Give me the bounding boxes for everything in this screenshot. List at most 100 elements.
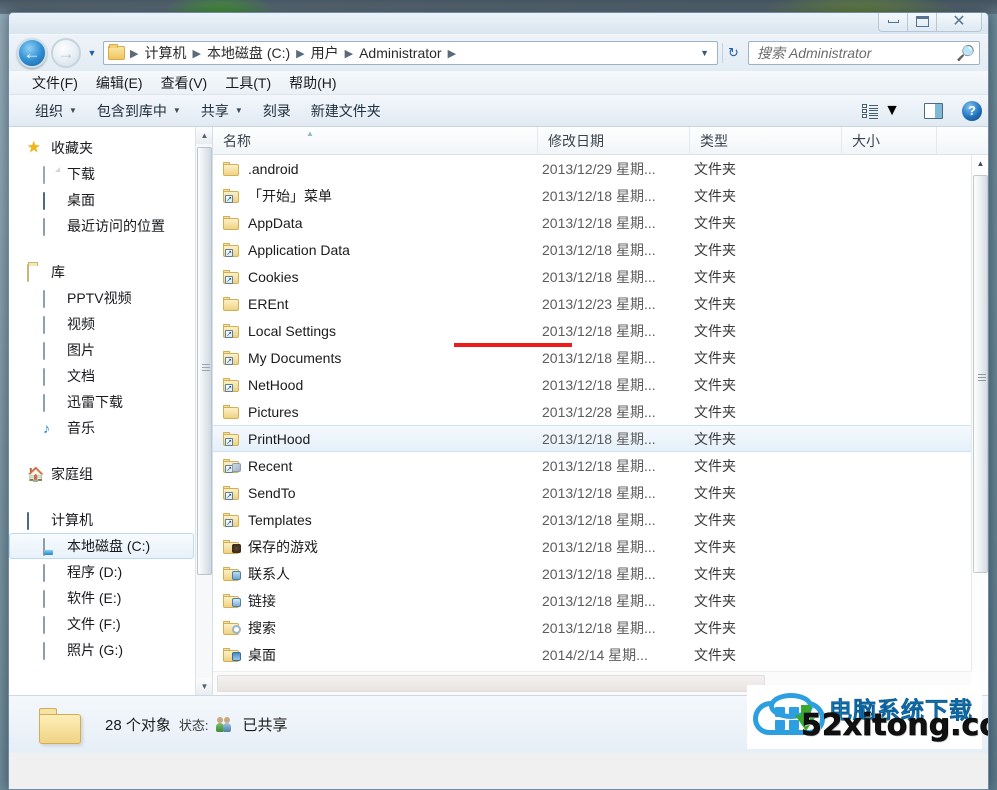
file-type: 文件夹 xyxy=(694,403,736,420)
table-row[interactable]: 桌面 2014/2/14 星期... 文件夹 xyxy=(213,641,971,668)
back-button[interactable]: ← xyxy=(17,38,47,68)
file-date: 2013/12/18 星期... xyxy=(542,484,656,501)
table-row[interactable]: Pictures 2013/12/28 星期... 文件夹 xyxy=(213,398,971,425)
sidebar-item-computer[interactable]: 计算机 xyxy=(9,507,212,533)
file-type: 文件夹 xyxy=(694,619,736,636)
file-type: 文件夹 xyxy=(694,187,736,204)
sidebar-item-pictures[interactable]: 图片 xyxy=(9,337,212,363)
table-row[interactable]: ↗ Local Settings 2013/12/18 星期... 文件夹 xyxy=(213,317,971,344)
table-row[interactable]: ↗ 「开始」菜单 2013/12/18 星期... 文件夹 xyxy=(213,182,971,209)
column-header-type[interactable]: 类型 xyxy=(690,127,842,155)
table-row[interactable]: ↗ Cookies 2013/12/18 星期... 文件夹 xyxy=(213,263,971,290)
sidebar-item-downloads[interactable]: 下载 xyxy=(9,161,212,187)
menu-edit[interactable]: 编辑(E) xyxy=(87,71,152,95)
table-row[interactable]: .android 2013/12/29 星期... 文件夹 xyxy=(213,155,971,182)
maximize-button[interactable] xyxy=(907,13,936,32)
forward-button[interactable]: → xyxy=(51,38,81,68)
table-row[interactable]: ↗ SendTo 2013/12/18 星期... 文件夹 xyxy=(213,479,971,506)
sidebar-item-videos[interactable]: 视频 xyxy=(9,311,212,337)
navpane-scroll-thumb[interactable] xyxy=(197,147,212,575)
table-row[interactable]: ↗ NetHood 2013/12/18 星期... 文件夹 xyxy=(213,371,971,398)
new-folder-button[interactable]: 新建文件夹 xyxy=(301,97,391,125)
menu-file[interactable]: 文件(F) xyxy=(23,71,87,95)
sidebar-item-favorites[interactable]: ★ 收藏夹 xyxy=(9,135,212,161)
file-name: EREnt xyxy=(248,295,289,312)
close-button[interactable]: ✕ xyxy=(936,13,982,32)
table-row[interactable]: ↗ Templates 2013/12/18 星期... 文件夹 xyxy=(213,506,971,533)
menu-view[interactable]: 查看(V) xyxy=(152,71,217,95)
breadcrumb-item-users[interactable]: 用户 xyxy=(308,41,342,65)
minimize-button[interactable] xyxy=(878,13,907,32)
breadcrumb-item-administrator[interactable]: Administrator xyxy=(356,43,444,63)
sidebar-item-homegroup[interactable]: 🏠 家庭组 xyxy=(9,461,212,487)
column-header-name[interactable]: 名称 xyxy=(213,127,538,155)
scroll-down-icon[interactable]: ▼ xyxy=(196,678,212,695)
file-date: 2013/12/28 星期... xyxy=(542,403,656,420)
sidebar-item-desktop[interactable]: 桌面 xyxy=(9,187,212,213)
table-row[interactable]: 链接 2013/12/18 星期... 文件夹 xyxy=(213,587,971,614)
sidebar-item-pptv-video[interactable]: PPTV视频 xyxy=(9,285,212,311)
table-row[interactable]: 保存的游戏 2013/12/18 星期... 文件夹 xyxy=(213,533,971,560)
sidebar-item-drive-g[interactable]: 照片 (G:) xyxy=(9,637,212,663)
scroll-grip-icon xyxy=(202,362,210,373)
breadcrumb-item-computer[interactable]: 计算机 xyxy=(141,41,189,65)
file-list-scrollbar[interactable]: ▲ xyxy=(971,155,988,671)
scroll-up-icon[interactable]: ▲ xyxy=(972,155,988,172)
sidebar-item-label: 收藏夹 xyxy=(51,140,93,156)
column-header-size[interactable]: 大小 xyxy=(842,127,937,155)
library-item-icon xyxy=(43,289,45,308)
include-in-library-button[interactable]: 包含到库中 ▼ xyxy=(87,97,191,125)
table-row[interactable]: ↗ Application Data 2013/12/18 星期... 文件夹 xyxy=(213,236,971,263)
file-name: 搜索 xyxy=(248,619,276,636)
file-list-scroll-thumb[interactable] xyxy=(973,175,988,573)
table-row[interactable]: ↗ PrintHood 2013/12/18 星期... 文件夹 xyxy=(213,425,971,452)
refresh-button[interactable]: ↻ xyxy=(722,43,744,63)
sidebar-item-label: PPTV视频 xyxy=(67,290,132,306)
table-row[interactable]: EREnt 2013/12/23 星期... 文件夹 xyxy=(213,290,971,317)
downloads-icon xyxy=(43,165,45,184)
sidebar-item-recent-places[interactable]: 最近访问的位置 xyxy=(9,213,212,239)
file-name-cell: 链接 xyxy=(213,591,538,611)
sidebar-item-libraries[interactable]: 库 xyxy=(9,259,212,285)
sidebar-item-documents[interactable]: 文档 xyxy=(9,363,212,389)
column-header-date[interactable]: 修改日期 xyxy=(538,127,690,155)
breadcrumb-item-local-disk[interactable]: 本地磁盘 (C:) xyxy=(204,41,293,65)
share-button[interactable]: 共享 ▼ xyxy=(191,97,253,125)
sidebar-item-drive-d[interactable]: 程序 (D:) xyxy=(9,559,212,585)
chevron-down-icon[interactable]: ▼ xyxy=(694,48,715,58)
file-list-hscroll-thumb[interactable] xyxy=(217,675,765,692)
breadcrumb-bar[interactable]: ▶ 计算机 ▶ 本地磁盘 (C:) ▶ 用户 ▶ Administrator ▶… xyxy=(103,41,718,65)
sidebar-item-drive-f[interactable]: 文件 (F:) xyxy=(9,611,212,637)
organize-button[interactable]: 组织 ▼ xyxy=(25,97,87,125)
preview-pane-button[interactable] xyxy=(919,100,948,122)
table-row[interactable]: AppData 2013/12/18 星期... 文件夹 xyxy=(213,209,971,236)
navpane-scrollbar[interactable]: ▲ ▼ xyxy=(195,127,212,695)
library-item-icon xyxy=(43,341,45,360)
menu-tools[interactable]: 工具(T) xyxy=(216,71,280,95)
table-row[interactable]: 联系人 2013/12/18 星期... 文件夹 xyxy=(213,560,971,587)
file-name-cell: ↗ My Documents xyxy=(213,350,538,366)
sidebar-item-label: 视频 xyxy=(67,316,95,332)
burn-button[interactable]: 刻录 xyxy=(253,97,301,125)
search-input[interactable] xyxy=(757,45,957,61)
table-row[interactable]: 搜索 2013/12/18 星期... 文件夹 xyxy=(213,614,971,641)
shared-users-icon xyxy=(216,717,234,732)
table-row[interactable]: ↗ My Documents 2013/12/18 星期... 文件夹 xyxy=(213,344,971,371)
help-button[interactable]: ? xyxy=(962,100,982,121)
menu-help[interactable]: 帮助(H) xyxy=(280,71,345,95)
sidebar-item-drive-e[interactable]: 软件 (E:) xyxy=(9,585,212,611)
sidebar-item-local-disk-c[interactable]: 本地磁盘 (C:) xyxy=(9,533,194,559)
chevron-down-icon: ▼ xyxy=(172,106,181,115)
watermark-text: 电脑系统下载 52xitong.com xyxy=(801,691,988,744)
table-row[interactable]: ↗ Recent 2013/12/18 星期... 文件夹 xyxy=(213,452,971,479)
sidebar-item-thunder-downloads[interactable]: 迅雷下载 xyxy=(9,389,212,415)
sidebar-item-music[interactable]: ♪ 音乐 xyxy=(9,415,212,441)
history-dropdown-button[interactable]: ▼ xyxy=(85,48,99,58)
breadcrumb: 计算机 ▶ 本地磁盘 (C:) ▶ 用户 ▶ Administrator ▶ xyxy=(141,41,694,65)
sidebar-item-label: 文件 (F:) xyxy=(67,616,121,632)
scroll-up-icon[interactable]: ▲ xyxy=(196,127,212,144)
sidebar-item-label: 桌面 xyxy=(67,192,95,208)
search-box[interactable]: 🔍 xyxy=(748,41,980,65)
change-view-button[interactable]: ▼ xyxy=(857,99,905,123)
title-bar: ✕ xyxy=(9,13,988,35)
